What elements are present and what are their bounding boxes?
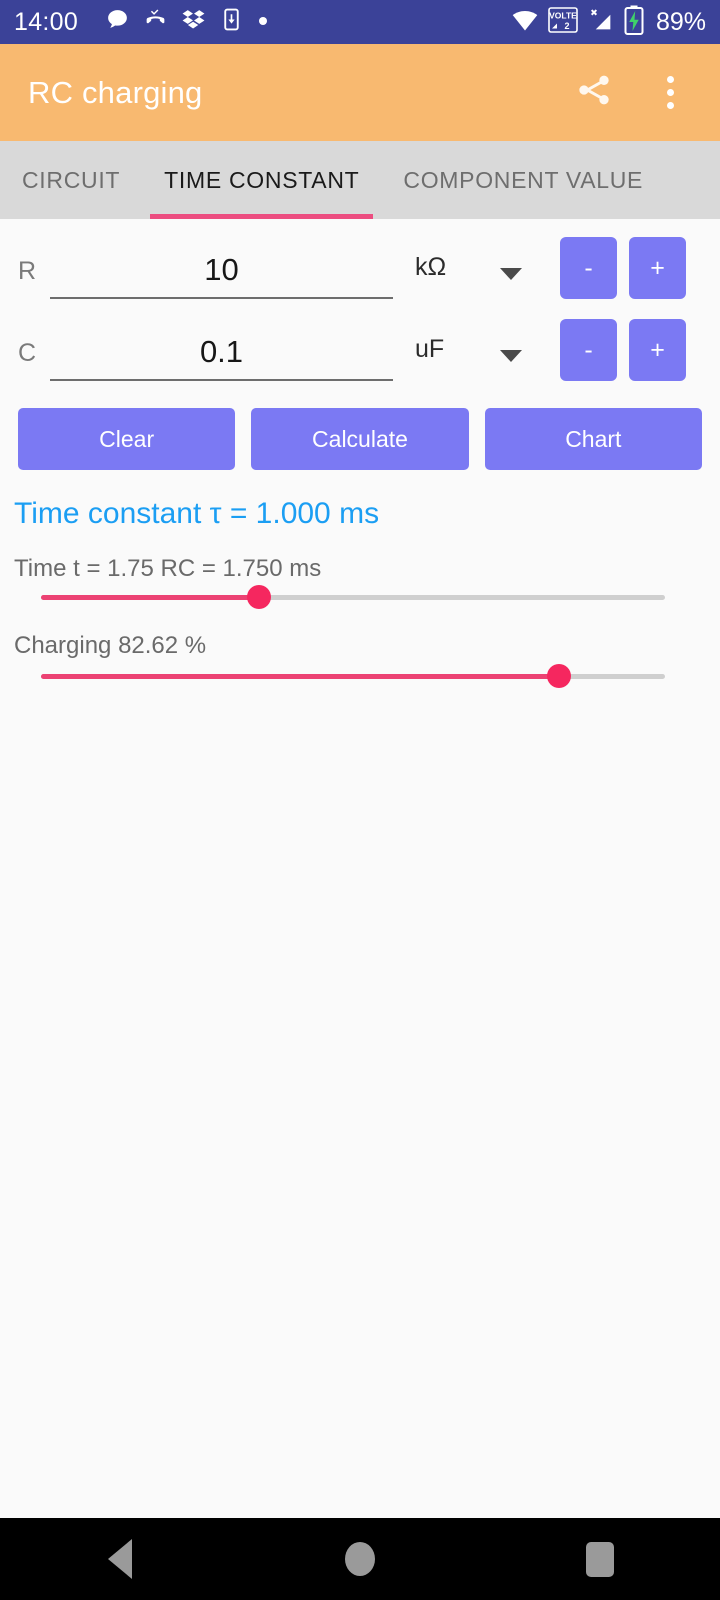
phone-download-icon: [219, 7, 244, 37]
svg-text:2: 2: [564, 21, 569, 31]
capacitance-increment-button[interactable]: +: [629, 319, 686, 381]
resistance-increment-button[interactable]: +: [629, 237, 686, 299]
time-constant-panel: R 10 kΩ - + C 0.1 uF - + Clear Calculate…: [0, 219, 720, 1518]
resistance-input[interactable]: 10: [50, 243, 393, 299]
time-slider[interactable]: [41, 585, 665, 609]
share-button[interactable]: [566, 65, 622, 121]
action-button-row: Clear Calculate Chart: [0, 408, 720, 470]
resistance-label: R: [18, 257, 37, 285]
missed-call-icon: [143, 7, 168, 37]
status-bar-clock: 14:00: [14, 7, 79, 36]
volte-icon: VOLTE 2: [548, 6, 578, 38]
recents-square-icon: [586, 1541, 614, 1577]
share-icon: [574, 70, 614, 115]
overflow-menu-icon: [666, 76, 674, 109]
capacitance-input[interactable]: 0.1: [50, 325, 393, 381]
chart-button[interactable]: Chart: [484, 408, 702, 470]
time-slider-fill: [41, 595, 260, 600]
app-bar: RC charging: [0, 44, 720, 141]
charging-slider-thumb[interactable]: [546, 664, 571, 688]
status-bar-right: VOLTE 2 89%: [511, 5, 706, 40]
svg-text:VOLTE: VOLTE: [549, 10, 577, 20]
resistance-row: R 10 kΩ - +: [0, 237, 720, 317]
tab-time-constant[interactable]: TIME CONSTANT: [142, 141, 381, 219]
charging-slider[interactable]: [41, 664, 665, 688]
capacitance-decrement-button[interactable]: -: [560, 319, 617, 381]
tab-circuit-label: CIRCUIT: [22, 166, 121, 193]
dropbox-icon: [181, 7, 206, 37]
capacitance-row: C 0.1 uF - +: [0, 319, 720, 399]
phone-screen: 14:00 VOLTE 2 89% RC charging CIRCUIT TI…: [0, 0, 720, 1600]
status-bar-left: 14:00: [14, 7, 511, 37]
time-value-label: Time t = 1.75 RC = 1.750 ms: [14, 555, 322, 582]
resistance-decrement-button[interactable]: -: [560, 237, 617, 299]
tab-component-value[interactable]: COMPONENT VALUE: [381, 141, 665, 219]
capacitance-unit-value[interactable]: uF: [415, 335, 444, 364]
charging-slider-fill: [41, 674, 559, 679]
charging-label: Charging 82.62 %: [14, 632, 207, 659]
time-constant-result: Time constant τ = 1.000 ms: [14, 497, 380, 530]
home-button[interactable]: [300, 1518, 420, 1600]
wifi-icon: [511, 6, 539, 39]
capacitance-label: C: [18, 339, 37, 367]
battery-charging-icon: [624, 5, 644, 40]
time-slider-thumb[interactable]: [247, 585, 272, 609]
calculate-button[interactable]: Calculate: [251, 408, 469, 470]
tab-bar: CIRCUIT TIME CONSTANT COMPONENT VALUE: [0, 141, 720, 219]
clear-button[interactable]: Clear: [18, 408, 236, 470]
tab-time-constant-label: TIME CONSTANT: [164, 166, 360, 193]
capacitance-unit-chevron-down-icon[interactable]: [500, 350, 522, 362]
system-nav-bar: [0, 1518, 720, 1600]
overflow-menu-button[interactable]: [642, 65, 698, 121]
signal-no-service-icon: [587, 6, 615, 39]
dot-icon: [257, 13, 269, 31]
resistance-unit-value[interactable]: kΩ: [415, 253, 446, 282]
status-bar: 14:00 VOLTE 2 89%: [0, 0, 720, 44]
page-title: RC charging: [28, 74, 203, 110]
tab-component-value-label: COMPONENT VALUE: [403, 166, 644, 193]
recents-button[interactable]: [540, 1518, 660, 1600]
message-bubble-icon: [105, 7, 130, 37]
back-triangle-icon: [108, 1539, 132, 1579]
tab-circuit[interactable]: CIRCUIT: [0, 141, 142, 219]
home-circle-icon: [345, 1542, 375, 1576]
resistance-unit-chevron-down-icon[interactable]: [500, 268, 522, 280]
back-button[interactable]: [60, 1518, 180, 1600]
battery-percent-label: 89%: [655, 7, 706, 36]
